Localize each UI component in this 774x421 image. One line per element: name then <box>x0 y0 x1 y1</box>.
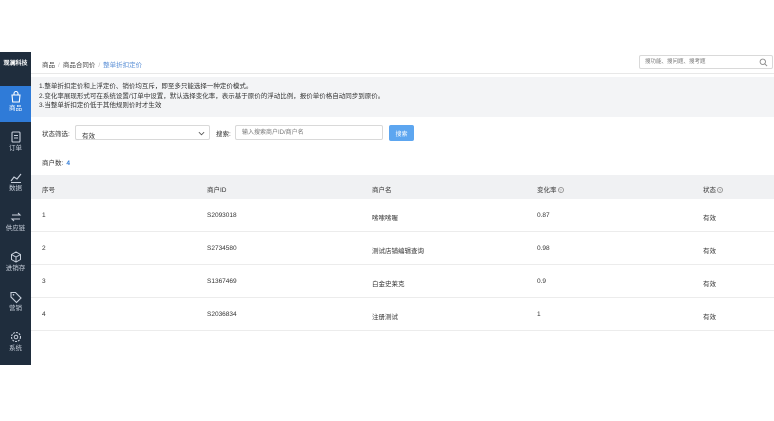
status-label: 状态 <box>703 187 716 194</box>
cell-merchant-name: 测试店铺编辑查询 <box>372 248 424 255</box>
box-icon <box>10 251 21 263</box>
cell-merchant-name: 注册测试 <box>372 314 398 321</box>
brand-logo: 观澜科技 <box>3 61 28 67</box>
nav-item-inventory[interactable]: 进销存 <box>0 246 31 282</box>
cell-index: 4 <box>42 311 46 318</box>
column-header-status: 状态? <box>703 184 723 194</box>
swap-icon <box>10 212 21 222</box>
nav-item-orders[interactable]: 订单 <box>0 126 31 162</box>
status-filter-value: 有效 <box>82 133 95 140</box>
change-rate-label: 变化率 <box>537 187 557 194</box>
chart-icon <box>10 173 21 183</box>
search-button[interactable]: 搜索 <box>389 125 414 141</box>
nav-item-supply-chain[interactable]: 供应链 <box>0 206 31 242</box>
merchant-search-field[interactable] <box>235 125 383 140</box>
nav-item-goods[interactable]: 商品 <box>0 86 31 122</box>
top-bar: 商品 / 商品合同价 / 整单折扣定价 <box>31 52 774 74</box>
table-row[interactable]: 4 S2036834 注册测试 1 有效 <box>31 298 774 331</box>
merchant-count: 商户数: 4 <box>42 157 70 167</box>
cell-index: 1 <box>42 212 46 219</box>
nav-label: 系统 <box>9 345 22 352</box>
nav-item-system[interactable]: 系统 <box>0 326 31 362</box>
notice-panel: 1.整单折扣定价和上浮定价、销价均互斥，即至多只能选择一种定价模式。 2.变化率… <box>31 77 774 117</box>
breadcrumb-item[interactable]: 商品合同价 <box>63 62 96 69</box>
notice-line: 3.当整单折扣定价低于其他规则价时才生效 <box>39 102 162 109</box>
order-icon <box>10 131 21 143</box>
cell-merchant-id: S2036834 <box>207 311 237 318</box>
breadcrumb: 商品 / 商品合同价 / 整单折扣定价 <box>42 62 143 69</box>
column-header-change-rate: 变化率? <box>537 184 564 194</box>
help-icon[interactable]: ? <box>557 187 564 193</box>
breadcrumb-item[interactable]: 商品 <box>42 62 55 69</box>
nav-label: 订单 <box>9 145 22 152</box>
cell-status: 有效 <box>703 248 716 255</box>
gear-icon <box>10 331 21 343</box>
column-header-index: 序号 <box>42 187 55 194</box>
global-search-input[interactable] <box>640 56 750 68</box>
nav-label: 商品 <box>9 105 22 112</box>
merchant-search-input[interactable] <box>236 126 376 139</box>
global-search[interactable] <box>639 55 773 69</box>
help-icon[interactable]: ? <box>717 187 723 193</box>
cell-index: 2 <box>42 245 46 252</box>
cell-index: 3 <box>42 278 46 285</box>
table-row[interactable]: 1 S2093018 嗦嗦嗦喔 0.87 有效 <box>31 199 774 232</box>
cell-merchant-name: 嗦嗦嗦喔 <box>372 215 398 222</box>
bag-icon <box>10 90 21 103</box>
breadcrumb-current: 整单折扣定价 <box>103 62 143 69</box>
cell-merchant-id: S2734580 <box>207 245 237 252</box>
column-header-merchant-id: 商户ID <box>207 187 227 194</box>
cell-change-rate: 0.87 <box>537 212 550 219</box>
search-label: 搜索: <box>216 131 231 138</box>
cell-status: 有效 <box>703 215 716 222</box>
cell-merchant-name: 白金史莱克 <box>372 281 405 288</box>
merchant-count-value: 4 <box>66 160 70 167</box>
tag-icon <box>9 291 22 304</box>
table-header: 序号 商户ID 商户名 变化率? 状态? <box>31 175 774 199</box>
notice-line: 1.整单折扣定价和上浮定价、销价均互斥，即至多只能选择一种定价模式。 <box>39 83 253 90</box>
cell-change-rate: 0.98 <box>537 245 550 252</box>
cell-status: 有效 <box>703 281 716 288</box>
table-row[interactable]: 2 S2734580 测试店铺编辑查询 0.98 有效 <box>31 232 774 265</box>
table-row[interactable]: 3 S1367469 白金史莱克 0.9 有效 <box>31 265 774 298</box>
cell-change-rate: 1 <box>537 311 541 318</box>
cell-status: 有效 <box>703 314 716 321</box>
nav-item-marketing[interactable]: 营销 <box>0 286 31 322</box>
merchant-count-label: 商户数: <box>42 160 64 167</box>
cell-merchant-id: S1367469 <box>207 278 237 285</box>
chevron-down-icon <box>198 131 205 136</box>
status-filter-label: 状态筛选: <box>42 131 70 138</box>
nav-label: 营销 <box>9 305 22 312</box>
search-icon[interactable] <box>759 58 768 67</box>
cell-change-rate: 0.9 <box>537 278 547 285</box>
notice-line: 2.变化率展现形式可在系统设置/订单中设置，默认选择变化率，表示基于原价的浮动比… <box>39 92 385 100</box>
column-header-merchant-name: 商户名 <box>372 187 392 194</box>
nav-label: 进销存 <box>5 265 26 272</box>
status-filter-select[interactable]: 有效 <box>75 125 210 140</box>
nav-item-data[interactable]: 数据 <box>0 166 31 202</box>
nav-label: 供应链 <box>5 225 26 232</box>
nav-label: 数据 <box>9 185 22 192</box>
cell-merchant-id: S2093018 <box>207 212 237 219</box>
